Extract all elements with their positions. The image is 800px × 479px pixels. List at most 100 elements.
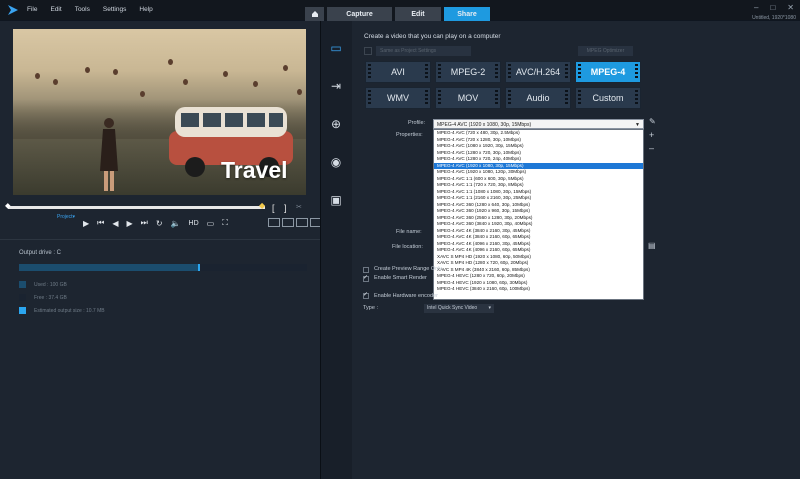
mark-in-bracket-icon[interactable]: [ xyxy=(272,203,275,213)
output-drive-label: Output drive : C xyxy=(19,250,62,256)
timecode-minutes xyxy=(282,218,294,227)
balloon-icon xyxy=(35,73,40,79)
format-avc-button[interactable]: AVC/H.264 xyxy=(505,61,571,83)
properties-label: Properties: xyxy=(396,132,423,138)
format-avi-button[interactable]: AVI xyxy=(365,61,431,83)
repeat-icon[interactable]: ↻ xyxy=(156,219,163,228)
menu-edit[interactable]: Edit xyxy=(50,6,61,13)
mark-in-handle-icon[interactable]: ⬥ xyxy=(5,201,11,211)
format-wmv-button[interactable]: WMV xyxy=(365,87,431,109)
hd-icon[interactable]: HD xyxy=(189,220,199,227)
video-preview[interactable]: Travel xyxy=(13,29,306,195)
disc-icon[interactable]: ◉ xyxy=(329,155,343,169)
format-mov-button[interactable]: MOV xyxy=(435,87,501,109)
balloon-icon xyxy=(253,81,258,87)
3d-icon[interactable]: ▣ xyxy=(329,193,343,207)
workspace-tabs: Capture Edit Share xyxy=(305,7,490,21)
legend-used: Used : 100 GB xyxy=(19,281,67,288)
project-mode-toggle[interactable]: Project▾ xyxy=(57,214,75,220)
file-name-label: File name: xyxy=(396,229,422,235)
balloon-icon xyxy=(297,89,302,95)
mark-out-handle-icon[interactable]: ◆ xyxy=(259,201,265,210)
smart-render-checkbox[interactable] xyxy=(363,274,369,282)
tab-home[interactable] xyxy=(305,7,324,21)
title-bar: File Edit Tools Settings Help Capture Ed… xyxy=(0,0,800,21)
hardware-encoder-label: Enable Hardware encoder xyxy=(374,293,438,299)
folder-icon[interactable]: ▤ xyxy=(648,241,656,250)
go-end-icon[interactable]: ⏭ xyxy=(141,218,148,228)
profile-dropdown-list[interactable]: MPEG-4 AVC (720 x 480, 30p, 2.5Mbps) MPEG… xyxy=(433,129,644,300)
window-controls: – □ ✕ xyxy=(754,3,794,12)
tab-edit[interactable]: Edit xyxy=(395,7,441,21)
balloon-icon xyxy=(140,91,145,97)
step-back-icon[interactable]: ◀ xyxy=(112,219,118,228)
profile-option[interactable]: MPEG-4 HEVC (3840 x 2160, 60p, 100Mbps) xyxy=(434,286,643,293)
mark-out-bracket-icon[interactable]: ] xyxy=(284,203,287,213)
format-mpeg2-button[interactable]: MPEG-2 xyxy=(435,61,501,83)
chevron-down-icon: ▼ xyxy=(635,122,640,128)
minimize-icon[interactable]: – xyxy=(754,3,758,12)
estimated-label: Estimated output size : 10.7 MB xyxy=(34,307,105,314)
estimated-size-marker xyxy=(197,264,200,271)
legend-estimated: Estimated output size : 10.7 MB xyxy=(19,307,105,314)
timecode-seconds xyxy=(296,218,308,227)
type-label: Type : xyxy=(363,305,378,311)
close-icon[interactable]: ✕ xyxy=(787,3,794,12)
aspect-icon[interactable]: ▭ xyxy=(207,219,215,228)
balloon-icon xyxy=(53,79,58,85)
encoder-type-value: Intel Quick Sync Video xyxy=(427,305,478,311)
fullscreen-icon[interactable]: ⛶ xyxy=(222,218,228,228)
profile-label: Profile: xyxy=(408,120,426,126)
volume-icon[interactable]: 🔈 xyxy=(171,219,181,228)
go-start-icon[interactable]: ⏮ xyxy=(97,218,104,228)
used-label: Used : 100 GB xyxy=(34,281,67,288)
drive-usage-fill xyxy=(19,264,198,271)
file-location-label: File location: xyxy=(392,244,423,250)
legend-free: Free : 37.4 GB xyxy=(19,294,67,301)
tab-capture[interactable]: Capture xyxy=(327,7,392,21)
menu-help[interactable]: Help xyxy=(139,6,152,13)
cut-icon[interactable]: ✂ xyxy=(296,203,302,211)
remove-profile-icon[interactable]: – xyxy=(649,143,654,153)
app-logo-icon xyxy=(7,4,19,18)
menu-tools[interactable]: Tools xyxy=(75,6,90,13)
format-audio-button[interactable]: Audio xyxy=(505,87,571,109)
format-mpeg4-button[interactable]: MPEG-4 xyxy=(575,61,641,83)
used-swatch xyxy=(19,281,26,288)
profile-select-value: MPEG-4 AVC (1920 x 1080, 30p, 15Mbps) xyxy=(437,122,532,128)
menu-file[interactable]: File xyxy=(27,6,37,13)
computer-icon[interactable]: ▭ xyxy=(329,41,343,55)
step-forward-icon[interactable]: ▶ xyxy=(127,219,133,228)
project-settings-select[interactable]: Same as Project Settings xyxy=(376,46,471,56)
profile-select[interactable]: MPEG-4 AVC (1920 x 1080, 30p, 15Mbps) ▼ xyxy=(433,119,644,129)
format-custom-button[interactable]: Custom xyxy=(575,87,641,109)
preview-range-checkbox[interactable] xyxy=(363,267,369,273)
playback-controls: ▶ ⏮ ◀ ▶ ⏭ ↻ 🔈 HD ▭ ⛶ xyxy=(83,218,228,228)
maximize-icon[interactable]: □ xyxy=(770,3,775,12)
balloon-icon xyxy=(183,79,188,85)
mpeg-optimizer-button[interactable]: MPEG Optimizer xyxy=(578,46,633,56)
output-drive-panel: Output drive : C Used : 100 GB Free : 37… xyxy=(0,239,320,479)
menu-settings[interactable]: Settings xyxy=(103,6,127,13)
balloon-icon xyxy=(85,67,90,73)
estimated-swatch xyxy=(19,307,26,314)
balloon-icon xyxy=(223,71,228,77)
home-icon xyxy=(311,11,318,17)
edit-profile-icon[interactable]: ✎ xyxy=(649,117,656,126)
tab-share[interactable]: Share xyxy=(444,7,490,21)
person-illustration xyxy=(100,118,118,191)
chevron-down-icon: ▾ xyxy=(488,305,491,311)
play-icon[interactable]: ▶ xyxy=(83,219,89,228)
add-profile-icon[interactable]: + xyxy=(649,130,654,140)
device-icon[interactable]: ⇥ xyxy=(329,79,343,93)
encoder-type-select[interactable]: Intel Quick Sync Video ▾ xyxy=(424,304,494,313)
title-overlay-text: Travel xyxy=(221,157,288,183)
web-globe-icon[interactable]: ⊕ xyxy=(329,117,343,131)
preview-range-label: Create Preview Range Only xyxy=(374,266,443,272)
menu-bar: File Edit Tools Settings Help xyxy=(27,6,153,13)
timecode-display[interactable] xyxy=(268,218,322,227)
playback-scrubber[interactable] xyxy=(8,206,265,209)
hardware-encoder-checkbox[interactable] xyxy=(363,291,369,299)
free-label: Free : 37.4 GB xyxy=(34,294,67,301)
same-as-project-checkbox[interactable] xyxy=(364,47,372,55)
